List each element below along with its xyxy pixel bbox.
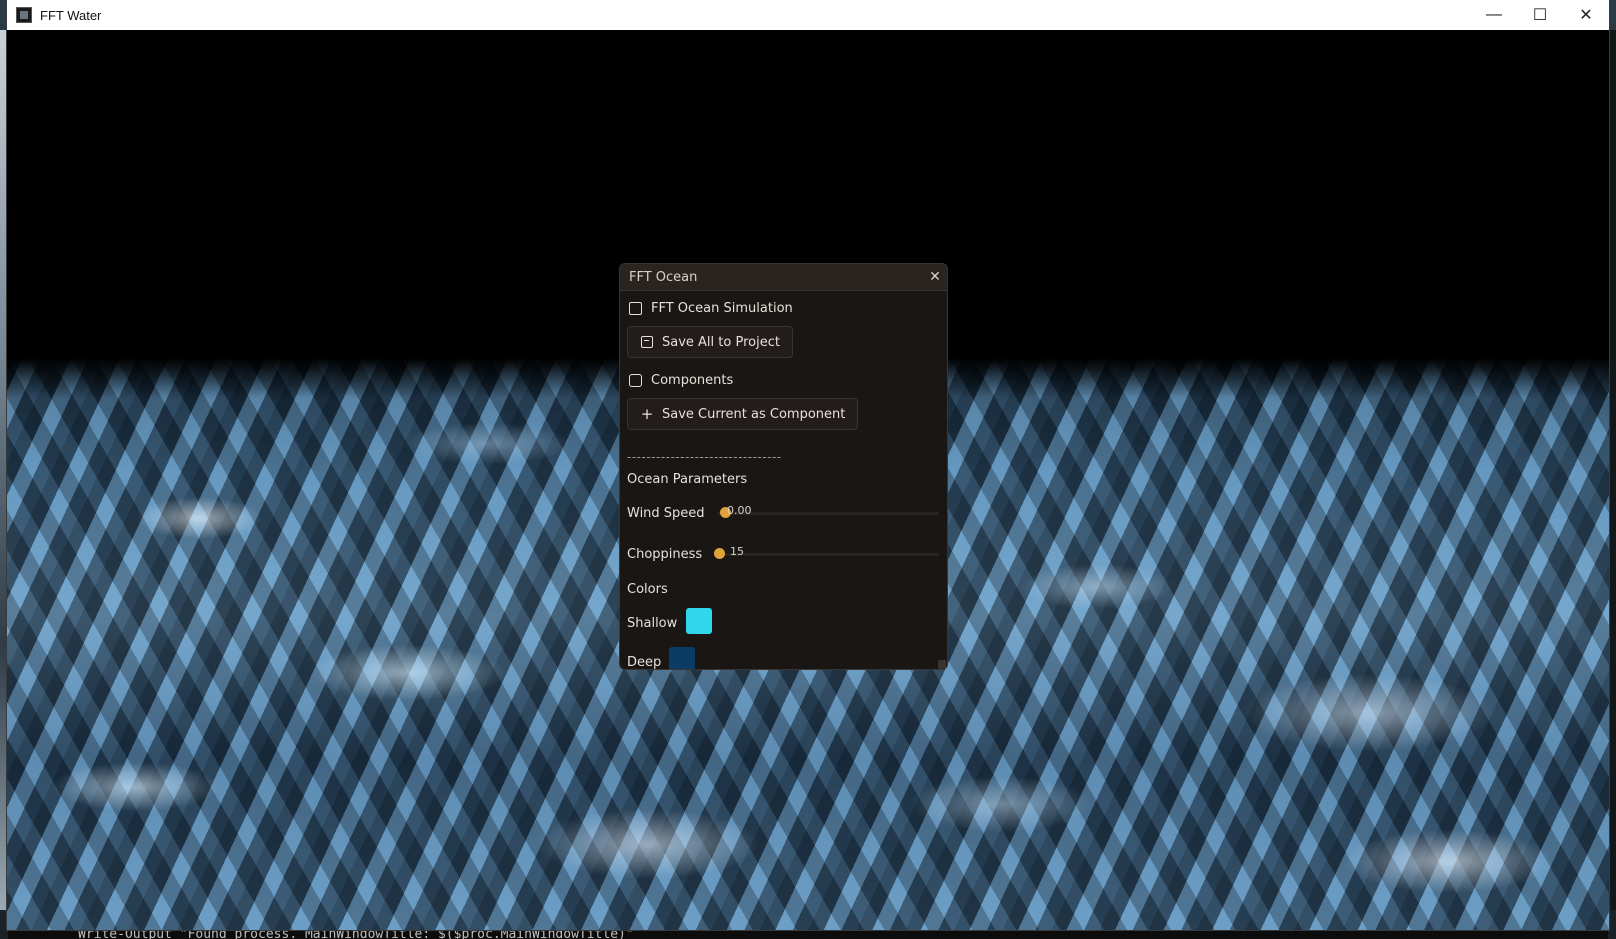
save-all-label: Save All to Project [662,334,780,350]
choppiness-label: Choppiness [627,547,703,562]
background-terminal-text: Write-Output "Found process. MainWindowT… [8,930,1608,939]
panel-close-button[interactable]: ✕ [923,265,947,289]
maximize-button[interactable]: ☐ [1517,0,1563,30]
window-controls: — ☐ ✕ [1471,0,1609,30]
simulation-header-label: FFT Ocean Simulation [651,300,793,316]
fft-ocean-panel: FFT Ocean ✕ FFT Ocean Simulation Save Al… [619,263,948,670]
desktop: Write-Output "Found process. MainWindowT… [0,0,1616,939]
colors-header: Colors [627,582,668,597]
simulation-icon [629,301,642,315]
deep-label: Deep [627,655,662,670]
shallow-label: Shallow [627,616,678,631]
close-button[interactable]: ✕ [1563,0,1609,30]
choppiness-value: 15 [730,545,744,558]
desktop-right-edge [1609,30,1616,910]
save-icon [640,335,654,349]
wind-speed-slider[interactable]: 0.00 [717,503,939,523]
close-icon: ✕ [1579,7,1593,24]
panel-scrollbar[interactable] [938,660,946,669]
choppiness-track [717,553,939,556]
choppiness-slider[interactable]: 15 [714,544,939,564]
panel-body: FFT Ocean Simulation Save All to Project… [627,291,939,669]
shallow-color-swatch[interactable] [686,608,712,634]
deep-color-swatch[interactable] [669,647,695,669]
choppiness-knob[interactable] [714,548,725,559]
wind-speed-label: Wind Speed [627,506,705,521]
minimize-icon: — [1486,6,1502,23]
save-all-button[interactable]: Save All to Project [627,326,793,358]
minimize-button[interactable]: — [1471,0,1517,30]
save-component-button[interactable]: + Save Current as Component [627,398,859,430]
separator: -------------------------------- [627,450,782,464]
components-header: Components [627,369,733,391]
components-header-label: Components [651,372,734,388]
window-title: FFT Water [40,7,102,23]
simulation-header: FFT Ocean Simulation [627,297,793,319]
cube-icon [629,373,642,387]
close-icon: ✕ [929,269,941,285]
save-component-label: Save Current as Component [662,406,846,422]
title-bar[interactable]: FFT Water — ☐ ✕ [7,0,1609,30]
plus-icon: + [640,405,654,423]
wind-speed-value: 0.00 [727,504,752,517]
panel-title-bar[interactable]: FFT Ocean ✕ [620,264,947,291]
fft-water-window: FFT Water — ☐ ✕ FFT Ocean ✕ FFT Ocean Si… [7,0,1609,930]
panel-title: FFT Ocean [629,269,698,285]
ocean-viewport[interactable]: FFT Ocean ✕ FFT Ocean Simulation Save Al… [7,30,1609,930]
ocean-parameters-header: Ocean Parameters [627,472,748,487]
maximize-icon: ☐ [1532,7,1548,24]
app-icon [16,7,32,23]
